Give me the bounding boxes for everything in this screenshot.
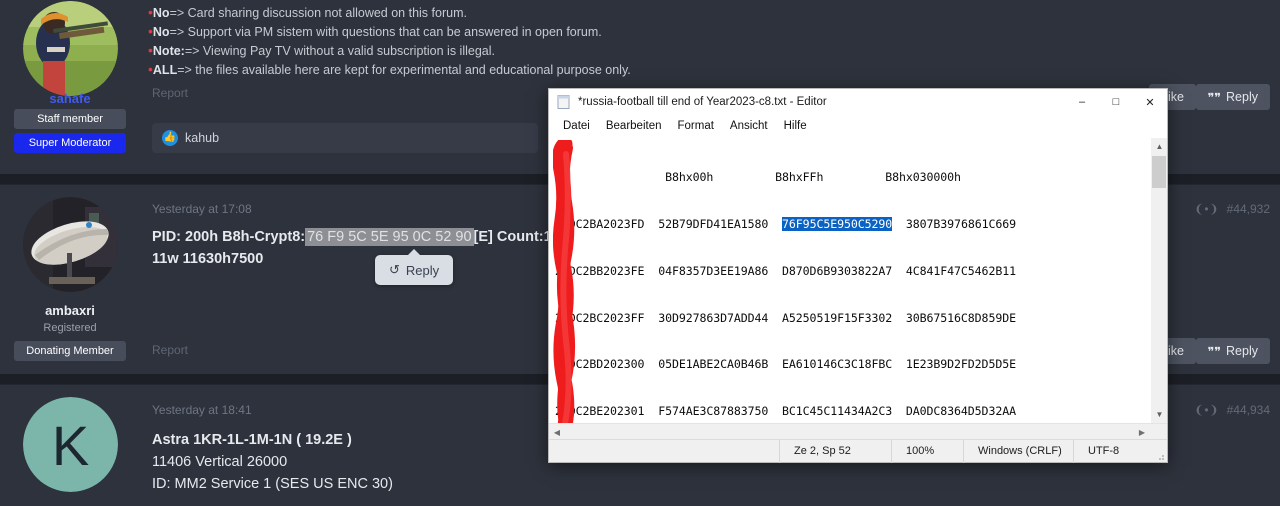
post-username[interactable]: ambaxri <box>8 303 132 318</box>
text-line: 2ADC2BA2023FD 52B79DFD41EA1580 76F95C5E9… <box>555 216 1145 233</box>
rule-strong: Note: <box>152 44 185 58</box>
window-controls: – □ ✕ <box>1065 89 1167 115</box>
post-body-line-2: ID: MM2 Service 1 (SES US ENC 30) <box>152 476 393 492</box>
avatar[interactable]: K <box>23 397 118 492</box>
post-body-line-1: 11406 Vertical 26000 <box>152 454 288 470</box>
post-number: ❨•❩ #44,934 <box>1194 403 1270 417</box>
notepad-text-area[interactable]: CW B8hx00h B8hxFFh B8hx030000h 2ADC2BA20… <box>549 137 1167 423</box>
post-user-rank: Registered <box>43 322 97 334</box>
status-zoom-level[interactable]: 100% <box>891 439 963 463</box>
rule-text: => Card sharing discussion not allowed o… <box>169 6 467 20</box>
reply-button-label: Reply <box>1226 344 1258 358</box>
menu-ansicht[interactable]: Ansicht <box>723 118 775 134</box>
reaction-bar[interactable]: 👍 kahub <box>152 123 538 153</box>
letter-avatar-image: K <box>23 397 118 492</box>
share-icon[interactable]: ❨•❩ <box>1194 202 1218 216</box>
rule-line: •No=> Support via PM sistem with questio… <box>148 22 631 41</box>
badge-staff-member: Staff member <box>14 109 126 129</box>
thumbs-up-icon: 👍 <box>162 130 178 146</box>
post-number-label[interactable]: #44,932 <box>1227 202 1270 216</box>
text-line: 2ADC2BB2023FE 04F8357D3EE19A86 D870D6B93… <box>555 263 1016 278</box>
maximize-button[interactable]: □ <box>1099 89 1133 115</box>
rule-strong: No <box>152 25 170 39</box>
post-username[interactable]: sahafe <box>8 91 132 106</box>
report-link[interactable]: Report <box>152 86 188 100</box>
quote-icon: ❞❞ <box>1207 90 1222 105</box>
text-line: 2ADC2BC2023FF 30D927863D7ADD44 A5250519F… <box>555 310 1016 325</box>
post-number-label[interactable]: #44,934 <box>1227 403 1270 417</box>
avatar[interactable] <box>23 1 118 96</box>
post-body: PID: 200h B8h-Crypt8: 76 F9 5C 5E 95 0C 5… <box>152 226 576 270</box>
post-body-line-1: PID: 200h B8h-Crypt8: 76 F9 5C 5E 95 0C 5… <box>152 226 576 248</box>
selected-hex-text[interactable]: 76 F9 5C 5E 95 0C 52 90 <box>305 228 474 246</box>
avatar[interactable] <box>23 197 118 292</box>
badge-donating-member: Donating Member <box>14 341 126 361</box>
post-body: Astra 1KR-1L-1M-1N ( 19.2E ) 11406 Verti… <box>152 429 393 495</box>
report-link[interactable]: Report <box>152 343 188 357</box>
status-cursor-position: Ze 2, Sp 52 <box>779 439 891 463</box>
quote-icon: ❞❞ <box>1207 344 1222 359</box>
vertical-scrollbar-thumb[interactable] <box>1152 156 1166 188</box>
text-header-line: CW B8hx00h B8hxFFh B8hx030000h <box>555 170 961 185</box>
reply-tooltip-label: Reply <box>405 262 440 278</box>
rule-text: => Viewing Pay TV without a valid subscr… <box>184 44 495 58</box>
svg-text:K: K <box>52 414 89 477</box>
post-timestamp[interactable]: Yesterday at 17:08 <box>152 202 252 216</box>
text-line-part: 2ADC2BA2023FD 52B79DFD41EA1580 76F95C5E9… <box>555 216 1016 231</box>
notepad-window[interactable]: *russia-football till end of Year2023-c8… <box>548 88 1168 463</box>
reaction-username[interactable]: kahub <box>185 131 219 145</box>
notepad-title: *russia-football till end of Year2023-c8… <box>578 96 827 108</box>
text-line: 2ADC2BE202301 F574AE3C87883750 BC1C45C11… <box>555 404 1016 419</box>
menu-format[interactable]: Format <box>670 118 720 134</box>
scroll-down-icon[interactable]: ▼ <box>1151 406 1167 423</box>
post-timestamp[interactable]: Yesterday at 18:41 <box>152 403 252 417</box>
reply-arrow-icon: ↺ <box>389 262 400 277</box>
resize-grip-icon[interactable] <box>1153 440 1167 463</box>
rule-line: •No=> Card sharing discussion not allowe… <box>148 3 631 22</box>
post-number: ❨•❩ #44,932 <box>1194 202 1270 216</box>
post-body-title-text: Astra 1KR-1L-1M-1N ( 19.2E ) <box>152 432 352 448</box>
status-line-ending[interactable]: Windows (CRLF) <box>963 439 1073 463</box>
post-body-prefix: PID: 200h B8h-Crypt8: <box>152 229 306 245</box>
text-line: 2ADC2BD202300 05DE1ABE2CA0B46B EA610146C… <box>555 357 1016 372</box>
highlighted-hex-selection: 76F95C5E950C5290 <box>782 216 893 231</box>
rule-strong: ALL <box>152 63 178 77</box>
minimize-button[interactable]: – <box>1065 89 1099 115</box>
rule-text: => Support via PM sistem with questions … <box>169 25 602 39</box>
scroll-right-icon[interactable]: ▶ <box>1134 424 1150 440</box>
notepad-text-content[interactable]: CW B8hx00h B8hxFFh B8hx030000h 2ADC2BA20… <box>555 139 1145 423</box>
rule-line: •ALL=> the files available here are kept… <box>148 60 631 79</box>
notepad-titlebar[interactable]: *russia-football till end of Year2023-c8… <box>549 89 1167 115</box>
satellite-dish-photo-avatar-image <box>23 197 118 292</box>
menu-datei[interactable]: Datei <box>556 118 597 134</box>
notepad-menubar: Datei Bearbeiten Format Ansicht Hilfe <box>549 115 1167 137</box>
menu-bearbeiten[interactable]: Bearbeiten <box>599 118 669 134</box>
share-icon[interactable]: ❨•❩ <box>1194 403 1218 417</box>
close-button[interactable]: ✕ <box>1133 89 1167 115</box>
text-document-icon <box>557 95 570 109</box>
reply-button-label: Reply <box>1226 90 1258 104</box>
vertical-scrollbar[interactable]: ▲ ▼ <box>1150 138 1167 423</box>
scroll-left-icon[interactable]: ◀ <box>549 424 565 440</box>
post-body-line-2-text: 11w 11630h7500 <box>152 251 264 267</box>
status-encoding[interactable]: UTF-8 <box>1073 439 1153 463</box>
menu-hilfe[interactable]: Hilfe <box>777 118 814 134</box>
reply-quote-tooltip[interactable]: ↺ Reply <box>375 249 454 285</box>
reply-button[interactable]: ❞❞ Reply <box>1195 338 1270 364</box>
post-body-title: Astra 1KR-1L-1M-1N ( 19.2E ) <box>152 429 393 451</box>
reply-button[interactable]: ❞❞ Reply <box>1195 84 1270 110</box>
scroll-up-icon[interactable]: ▲ <box>1151 138 1167 155</box>
rule-text: => the files available here are kept for… <box>177 63 631 77</box>
rule-line: •Note:=> Viewing Pay TV without a valid … <box>148 41 631 60</box>
shooter-photo-avatar-image <box>23 1 118 96</box>
post-body-line-2: 11w 11630h7500 <box>152 248 576 270</box>
badge-super-moderator: Super Moderator <box>14 133 126 153</box>
rule-strong: No <box>152 6 170 20</box>
forum-rules-block: •No=> Card sharing discussion not allowe… <box>148 3 631 79</box>
horizontal-scrollbar[interactable]: ◀ ▶ <box>549 423 1167 439</box>
notepad-statusbar: Ze 2, Sp 52 100% Windows (CRLF) UTF-8 <box>549 439 1167 463</box>
